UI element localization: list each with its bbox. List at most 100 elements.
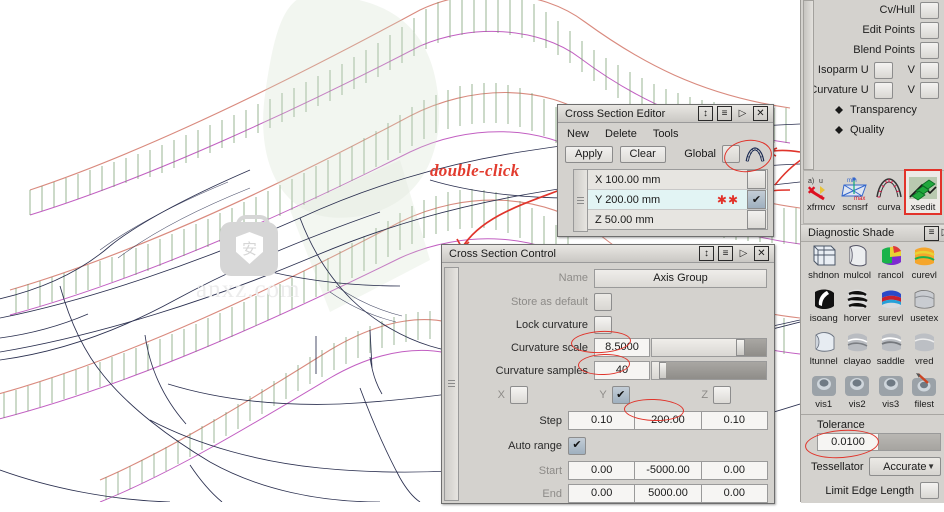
sidebar-quality-row[interactable]: Quality	[801, 120, 944, 140]
right-sidebar[interactable]: Cv/Hull Edit Points Blend Points Isoparm…	[800, 0, 944, 503]
section-checkbox[interactable]	[747, 210, 766, 229]
shade-icon-mulcol[interactable]: mulcol	[841, 240, 875, 282]
curvature-scale-value[interactable]: 8.5000	[594, 338, 650, 357]
isoparm-u-checkbox[interactable]	[873, 61, 893, 79]
curvature-samples-value[interactable]: 40	[594, 361, 650, 380]
step-y-value[interactable]: 200.00	[634, 411, 702, 430]
resize-icon[interactable]: ↕	[698, 106, 713, 121]
axis-x-cell[interactable]: X	[462, 386, 564, 404]
shade-icon-vis3[interactable]: vis3	[874, 369, 908, 411]
shade-icon-shdnon[interactable]: shdnon	[807, 240, 841, 282]
cross-section-editor-titlebar[interactable]: Cross Section Editor ↕ ≡ ▷ ✕	[558, 105, 773, 123]
shade-icon-clayao[interactable]: clayao	[841, 326, 875, 368]
section-checkbox[interactable]	[747, 170, 766, 189]
resize-icon[interactable]: ↕	[699, 246, 714, 261]
sidebar-scrollbar[interactable]	[803, 0, 814, 170]
cv-hull-checkbox[interactable]	[920, 1, 939, 19]
axis-toggle-row[interactable]: X Y ✔ Z	[462, 384, 767, 406]
isoparm-v-checkbox[interactable]	[920, 61, 939, 79]
shade-icon-vred[interactable]: vred	[908, 326, 942, 368]
store-as-default-checkbox[interactable]	[594, 292, 612, 311]
curvature-comb-icon[interactable]	[744, 146, 766, 163]
lock-curvature-checkbox[interactable]	[594, 315, 612, 334]
tessellator-dropdown[interactable]: Accurate ▼	[868, 457, 941, 476]
curvature-samples-label: Curvature samples	[495, 364, 588, 377]
collapse-icon[interactable]: ▷	[737, 247, 750, 260]
cross-section-control-dialog[interactable]: Cross Section Control ↕ ≡ ▷ ✕ Name Axis …	[441, 244, 775, 504]
shade-icon-curevl[interactable]: curevl	[908, 240, 942, 282]
control-scrollbar[interactable]	[444, 267, 459, 501]
cross-section-control-titlebar[interactable]: Cross Section Control ↕ ≡ ▷ ✕	[442, 245, 774, 263]
section-checkbox[interactable]: ✔	[747, 190, 766, 209]
axis-y-cell[interactable]: Y ✔	[564, 386, 666, 404]
tool-xfrmcv[interactable]: a) u ✖ xfrmcv	[804, 171, 838, 213]
sidebar-option-blend-points[interactable]: Blend Points	[801, 40, 944, 60]
menu-icon[interactable]: ≡	[717, 106, 732, 121]
shade-icon-horver[interactable]: horver	[841, 283, 875, 325]
collapse-icon[interactable]: ▷	[939, 227, 944, 240]
tolerance-pane[interactable]: Tolerance 0.0100 Tessellator Accurate ▼ …	[801, 414, 944, 503]
start-z-value[interactable]: 0.00	[700, 461, 768, 480]
shade-icon-filest[interactable]: filest	[908, 369, 942, 411]
list-item[interactable]: X 100.00 mm	[588, 170, 767, 190]
axis-x-checkbox[interactable]	[510, 386, 528, 404]
step-x-value[interactable]: 0.10	[568, 411, 636, 430]
step-z-value[interactable]: 0.10	[700, 411, 768, 430]
shade-icon-saddle[interactable]: saddle	[874, 326, 908, 368]
tool-scnsrf[interactable]: min max scnsrf	[838, 171, 872, 213]
option-label: Isoparm U	[817, 64, 869, 76]
start-y-value[interactable]: -5000.00	[634, 461, 702, 480]
list-item[interactable]: Y 200.00 mm ✱✱ ✔	[588, 190, 767, 210]
curvature-u-checkbox[interactable]	[873, 81, 893, 99]
start-x-value[interactable]: 0.00	[568, 461, 636, 480]
menu-icon[interactable]: ≡	[924, 225, 939, 241]
menu-icon[interactable]: ≡	[718, 246, 733, 261]
end-x-value[interactable]: 0.00	[568, 484, 636, 503]
shade-icon-vis2[interactable]: vis2	[841, 369, 875, 411]
name-field[interactable]: Axis Group	[594, 268, 767, 288]
sidebar-option-edit-points[interactable]: Edit Points	[801, 20, 944, 40]
shade-icon-surevl[interactable]: surevl	[874, 283, 908, 325]
axis-y-checkbox[interactable]: ✔	[611, 386, 630, 404]
menu-item-delete[interactable]: Delete	[605, 128, 637, 140]
auto-range-checkbox[interactable]: ✔	[568, 436, 586, 455]
shade-icon-usetex[interactable]: usetex	[908, 283, 942, 325]
axis-z-checkbox[interactable]	[713, 386, 732, 404]
shade-icon-rancol[interactable]: rancol	[874, 240, 908, 282]
curvature-samples-slider[interactable]	[651, 361, 767, 380]
clear-button[interactable]: Clear	[619, 145, 666, 163]
curvature-v-checkbox[interactable]	[920, 81, 939, 99]
apply-button[interactable]: Apply	[565, 145, 613, 163]
close-icon[interactable]: ✕	[754, 246, 769, 261]
sidebar-option-cv-hull[interactable]: Cv/Hull	[801, 0, 944, 20]
collapse-icon[interactable]: ▷	[736, 107, 749, 120]
end-z-value[interactable]: 0.00	[700, 484, 768, 503]
editor-scrollbar[interactable]	[573, 169, 588, 232]
tolerance-slider[interactable]	[878, 433, 941, 451]
menu-item-tools[interactable]: Tools	[653, 128, 679, 140]
sidebar-option-isoparm-u[interactable]: Isoparm U V	[801, 60, 944, 80]
shade-icon-ltunnel[interactable]: ltunnel	[807, 326, 841, 368]
global-checkbox[interactable]	[722, 145, 740, 163]
shade-icon-isoang[interactable]: isoang	[807, 283, 841, 325]
cross-section-editor-menubar[interactable]: New Delete Tools	[563, 126, 768, 144]
tolerance-value[interactable]: 0.0100	[817, 433, 879, 451]
tool-xsedit[interactable]: xsedit	[904, 169, 942, 215]
edit-points-checkbox[interactable]	[920, 21, 939, 39]
end-y-value[interactable]: 5000.00	[634, 484, 702, 503]
tool-curva[interactable]: curva	[872, 171, 906, 213]
blend-points-checkbox[interactable]	[920, 41, 939, 59]
list-item[interactable]: Z 50.00 mm	[588, 210, 767, 229]
limit-edge-length-checkbox[interactable]	[920, 482, 939, 499]
sidebar-option-curvature-u[interactable]: Curvature U V	[801, 80, 944, 100]
cross-section-list[interactable]: X 100.00 mm Y 200.00 mm ✱✱ ✔ Z 50.00 mm	[587, 169, 768, 230]
diagnostic-shade-grid[interactable]: shdnon mulcol rancol curevl isoang horve…	[807, 240, 941, 411]
curvature-scale-slider[interactable]	[651, 338, 767, 357]
sidebar-transparency-row[interactable]: Transparency	[801, 100, 944, 120]
menu-item-new[interactable]: New	[567, 128, 589, 140]
tool-strip[interactable]: a) u ✖ xfrmcv min max scnsrf curva xsedi…	[803, 169, 944, 224]
shade-icon-vis1[interactable]: vis1	[807, 369, 841, 411]
cross-section-editor-dialog[interactable]: Cross Section Editor ↕ ≡ ▷ ✕ New Delete …	[557, 104, 774, 237]
axis-z-cell[interactable]: Z	[665, 386, 767, 404]
close-icon[interactable]: ✕	[753, 106, 768, 121]
